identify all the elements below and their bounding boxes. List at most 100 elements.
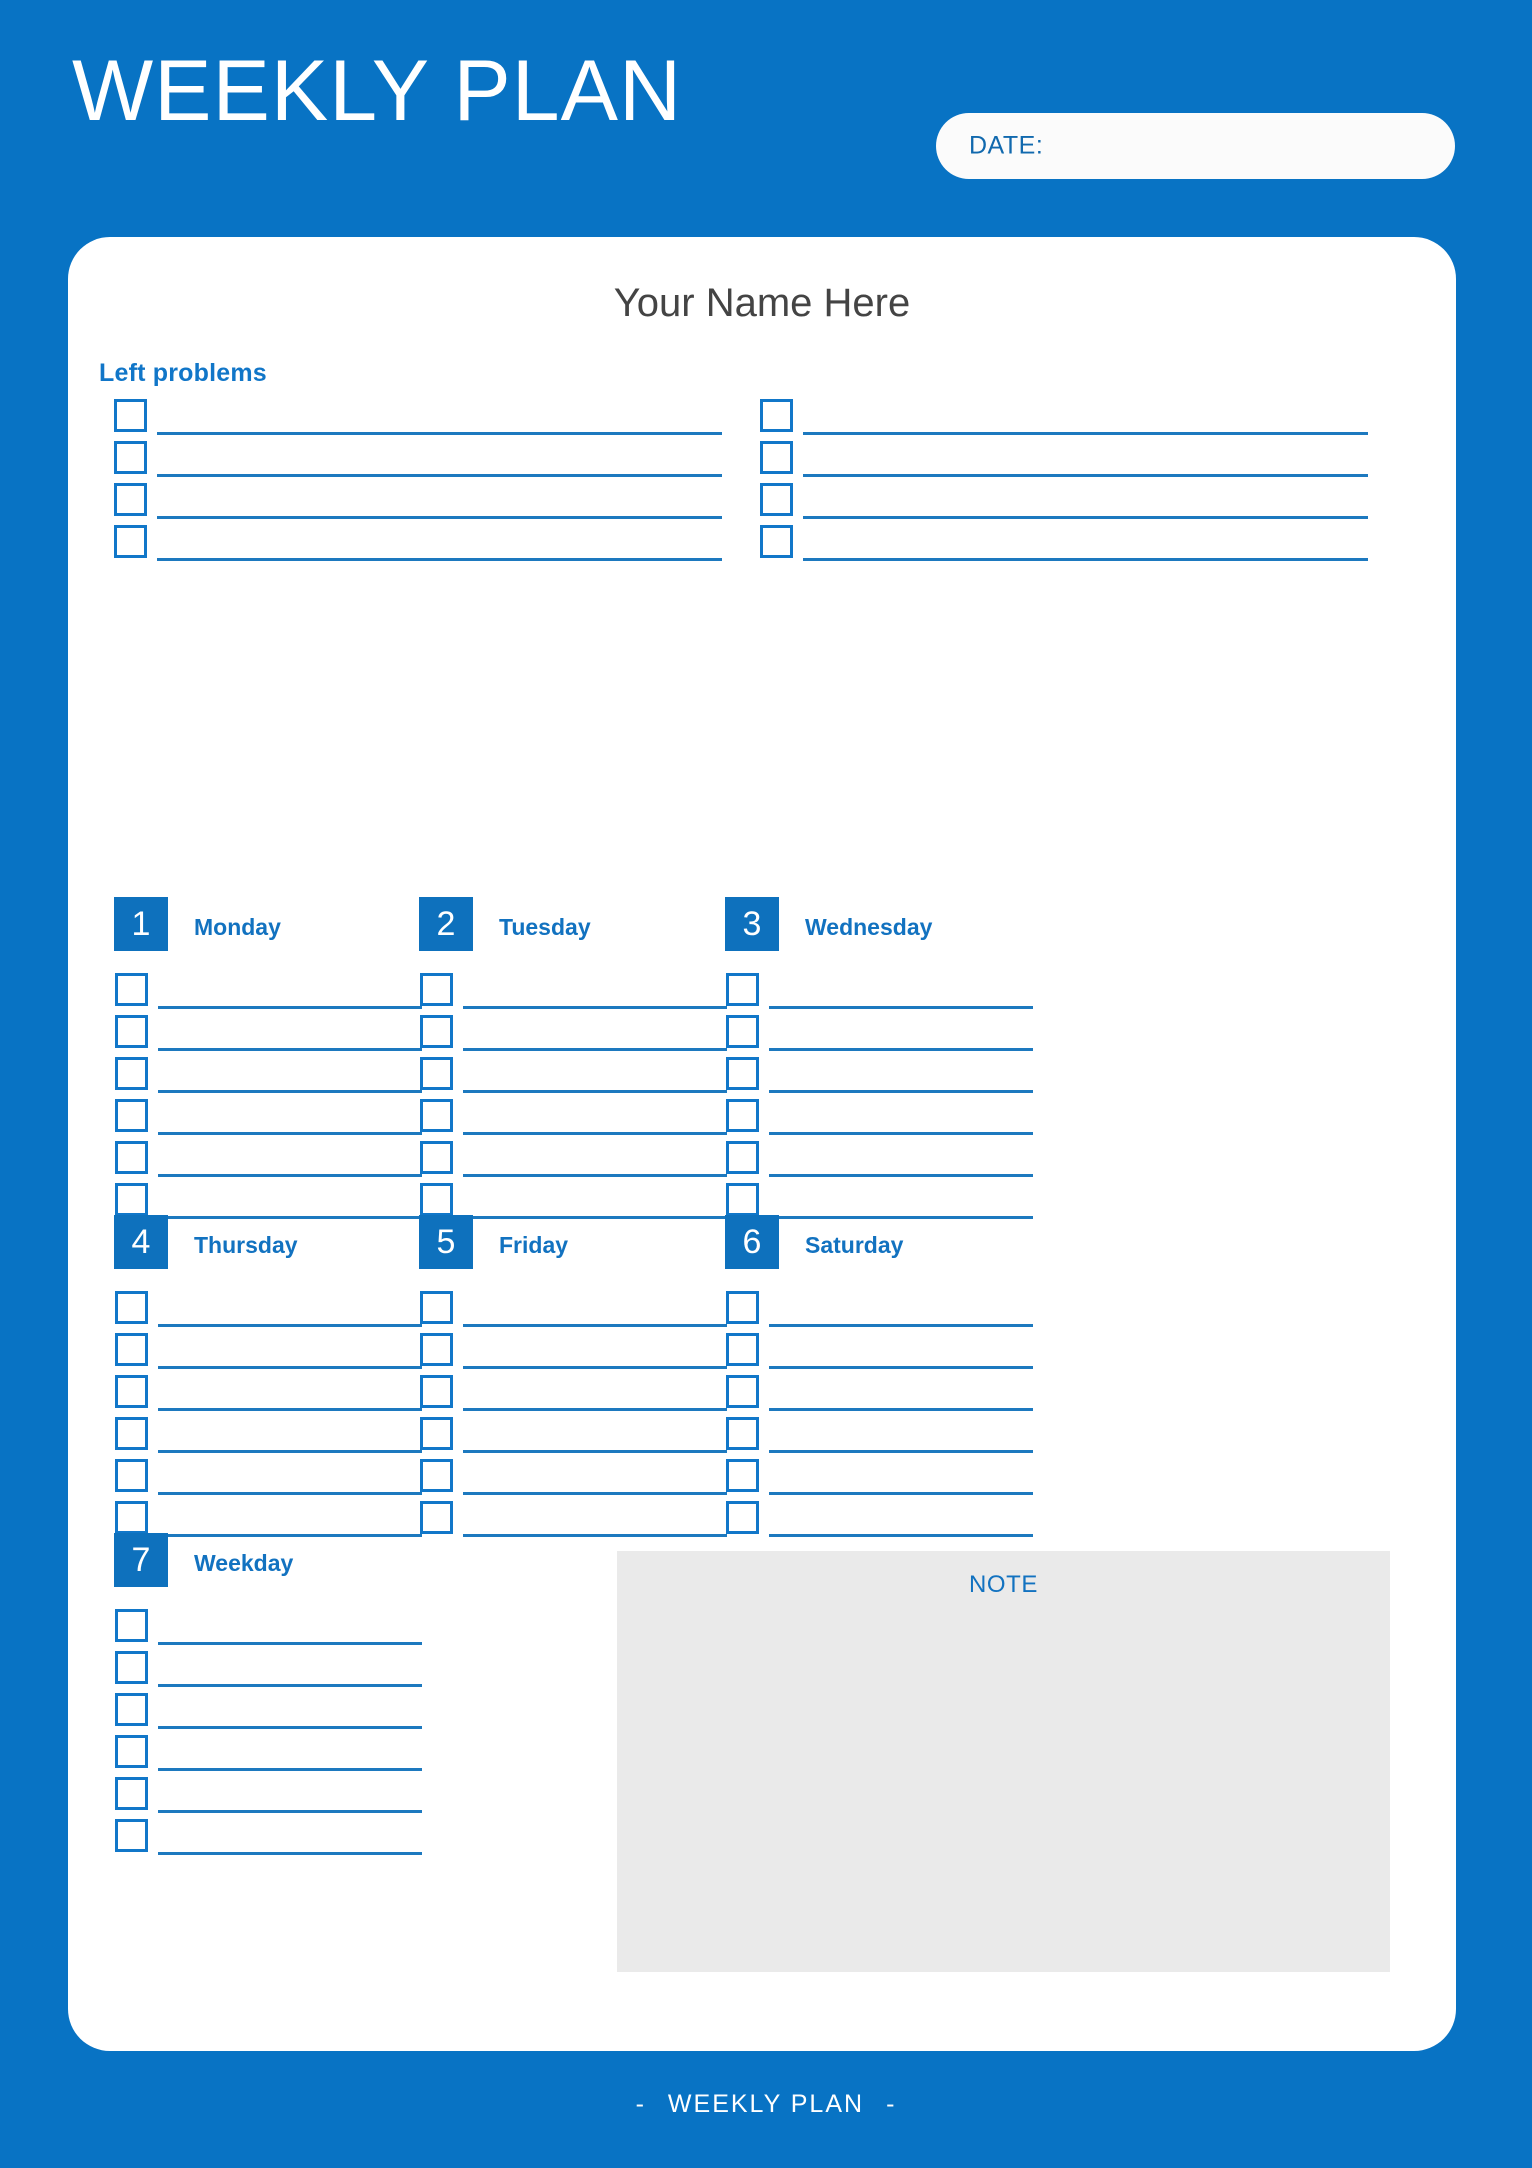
- write-line[interactable]: [769, 1492, 1033, 1495]
- checkbox-icon[interactable]: [726, 1141, 759, 1174]
- write-line[interactable]: [158, 1324, 422, 1327]
- write-line[interactable]: [158, 1492, 422, 1495]
- write-line[interactable]: [463, 1324, 727, 1327]
- write-line[interactable]: [463, 1090, 727, 1093]
- checkbox-icon[interactable]: [726, 1015, 759, 1048]
- checkbox-icon[interactable]: [420, 1459, 453, 1492]
- checkbox-icon[interactable]: [115, 1375, 148, 1408]
- checkbox-icon[interactable]: [726, 1291, 759, 1324]
- write-line[interactable]: [463, 1174, 727, 1177]
- write-line[interactable]: [158, 1006, 422, 1009]
- write-line[interactable]: [803, 474, 1368, 477]
- checkbox-icon[interactable]: [420, 1057, 453, 1090]
- note-panel[interactable]: NOTE: [617, 1551, 1390, 1972]
- write-line[interactable]: [463, 1408, 727, 1411]
- write-line[interactable]: [158, 1534, 422, 1537]
- write-line[interactable]: [158, 1726, 422, 1729]
- checkbox-icon[interactable]: [760, 525, 793, 558]
- checkbox-icon[interactable]: [420, 1183, 453, 1216]
- write-line[interactable]: [157, 474, 722, 477]
- write-line[interactable]: [463, 1492, 727, 1495]
- date-field[interactable]: DATE:: [936, 113, 1455, 179]
- write-line[interactable]: [463, 1366, 727, 1369]
- write-line[interactable]: [158, 1408, 422, 1411]
- checkbox-icon[interactable]: [114, 399, 147, 432]
- checkbox-icon[interactable]: [115, 1609, 148, 1642]
- write-line[interactable]: [769, 1324, 1033, 1327]
- write-line[interactable]: [158, 1048, 422, 1051]
- checkbox-icon[interactable]: [726, 1099, 759, 1132]
- checkbox-icon[interactable]: [420, 1291, 453, 1324]
- checkbox-icon[interactable]: [420, 1417, 453, 1450]
- write-line[interactable]: [158, 1132, 422, 1135]
- write-line[interactable]: [463, 1132, 727, 1135]
- write-line[interactable]: [158, 1450, 422, 1453]
- write-line[interactable]: [463, 1216, 727, 1219]
- write-line[interactable]: [769, 1366, 1033, 1369]
- name-field[interactable]: Your Name Here: [68, 281, 1456, 326]
- checkbox-icon[interactable]: [115, 1777, 148, 1810]
- checkbox-icon[interactable]: [115, 1333, 148, 1366]
- write-line[interactable]: [463, 1534, 727, 1537]
- write-line[interactable]: [157, 558, 722, 561]
- write-line[interactable]: [158, 1810, 422, 1813]
- checkbox-icon[interactable]: [726, 1501, 759, 1534]
- checkbox-icon[interactable]: [760, 441, 793, 474]
- checkbox-icon[interactable]: [115, 1015, 148, 1048]
- write-line[interactable]: [158, 1366, 422, 1369]
- checkbox-icon[interactable]: [114, 441, 147, 474]
- write-line[interactable]: [769, 1450, 1033, 1453]
- checkbox-icon[interactable]: [115, 1501, 148, 1534]
- checkbox-icon[interactable]: [115, 1417, 148, 1450]
- write-line[interactable]: [158, 1684, 422, 1687]
- checkbox-icon[interactable]: [420, 973, 453, 1006]
- write-line[interactable]: [769, 1534, 1033, 1537]
- checkbox-icon[interactable]: [115, 1651, 148, 1684]
- checkbox-icon[interactable]: [115, 1183, 148, 1216]
- checkbox-icon[interactable]: [115, 1819, 148, 1852]
- checkbox-icon[interactable]: [420, 1333, 453, 1366]
- checkbox-icon[interactable]: [760, 399, 793, 432]
- write-line[interactable]: [463, 1450, 727, 1453]
- checkbox-icon[interactable]: [726, 1459, 759, 1492]
- write-line[interactable]: [769, 1132, 1033, 1135]
- checkbox-icon[interactable]: [115, 1057, 148, 1090]
- write-line[interactable]: [158, 1216, 422, 1219]
- checkbox-icon[interactable]: [115, 1291, 148, 1324]
- checkbox-icon[interactable]: [115, 1693, 148, 1726]
- checkbox-icon[interactable]: [760, 483, 793, 516]
- checkbox-icon[interactable]: [420, 1015, 453, 1048]
- checkbox-icon[interactable]: [420, 1099, 453, 1132]
- write-line[interactable]: [769, 1048, 1033, 1051]
- write-line[interactable]: [158, 1768, 422, 1771]
- checkbox-icon[interactable]: [114, 525, 147, 558]
- checkbox-icon[interactable]: [115, 1099, 148, 1132]
- write-line[interactable]: [769, 1216, 1033, 1219]
- checkbox-icon[interactable]: [420, 1501, 453, 1534]
- checkbox-icon[interactable]: [726, 1417, 759, 1450]
- write-line[interactable]: [769, 1408, 1033, 1411]
- checkbox-icon[interactable]: [115, 1459, 148, 1492]
- checkbox-icon[interactable]: [726, 1333, 759, 1366]
- write-line[interactable]: [158, 1852, 422, 1855]
- write-line[interactable]: [463, 1006, 727, 1009]
- checkbox-icon[interactable]: [115, 1735, 148, 1768]
- checkbox-icon[interactable]: [115, 973, 148, 1006]
- write-line[interactable]: [158, 1174, 422, 1177]
- write-line[interactable]: [769, 1006, 1033, 1009]
- write-line[interactable]: [769, 1174, 1033, 1177]
- write-line[interactable]: [803, 516, 1368, 519]
- write-line[interactable]: [158, 1642, 422, 1645]
- checkbox-icon[interactable]: [726, 1057, 759, 1090]
- write-line[interactable]: [803, 432, 1368, 435]
- write-line[interactable]: [157, 516, 722, 519]
- write-line[interactable]: [769, 1090, 1033, 1093]
- write-line[interactable]: [463, 1048, 727, 1051]
- write-line[interactable]: [158, 1090, 422, 1093]
- write-line[interactable]: [803, 558, 1368, 561]
- checkbox-icon[interactable]: [726, 1375, 759, 1408]
- checkbox-icon[interactable]: [420, 1141, 453, 1174]
- checkbox-icon[interactable]: [115, 1141, 148, 1174]
- write-line[interactable]: [157, 432, 722, 435]
- checkbox-icon[interactable]: [726, 973, 759, 1006]
